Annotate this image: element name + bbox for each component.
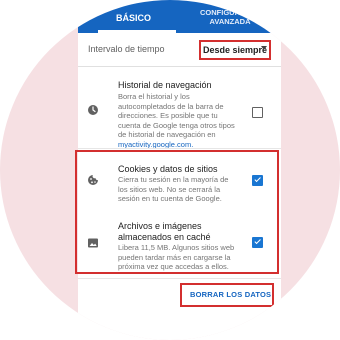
time-range-label: Intervalo de tiempo <box>88 44 165 54</box>
time-range-value: Desde siempre <box>203 45 268 55</box>
circle-frame: BÁSICO CONFIGURACIÓN AVANZADA Intervalo … <box>0 0 340 340</box>
history-checkbox[interactable] <box>252 107 263 118</box>
highlight-box <box>75 150 279 274</box>
section-divider-bottom <box>78 278 281 279</box>
tab-advanced[interactable]: CONFIGURACIÓN AVANZADA <box>200 8 264 26</box>
history-title: Historial de navegación <box>118 80 212 90</box>
dropdown-caret-icon <box>261 46 267 50</box>
history-description-text: Borra el historial y los autocompletados… <box>118 92 235 139</box>
section-divider <box>78 148 281 149</box>
list-item-history[interactable]: Historial de navegación Borra el histori… <box>78 66 281 149</box>
history-description: Borra el historial y los autocompletados… <box>118 92 238 149</box>
time-range-row: Intervalo de tiempo Desde siempre <box>78 33 281 67</box>
clear-data-label: BORRAR LOS DATOS <box>190 290 272 299</box>
clock-icon <box>88 105 98 115</box>
clear-data-button[interactable]: BORRAR LOS DATOS <box>180 283 274 307</box>
tab-bar: BÁSICO CONFIGURACIÓN AVANZADA <box>78 0 281 33</box>
time-range-dropdown[interactable]: Desde siempre <box>199 40 271 60</box>
tab-basic[interactable]: BÁSICO <box>116 14 151 23</box>
